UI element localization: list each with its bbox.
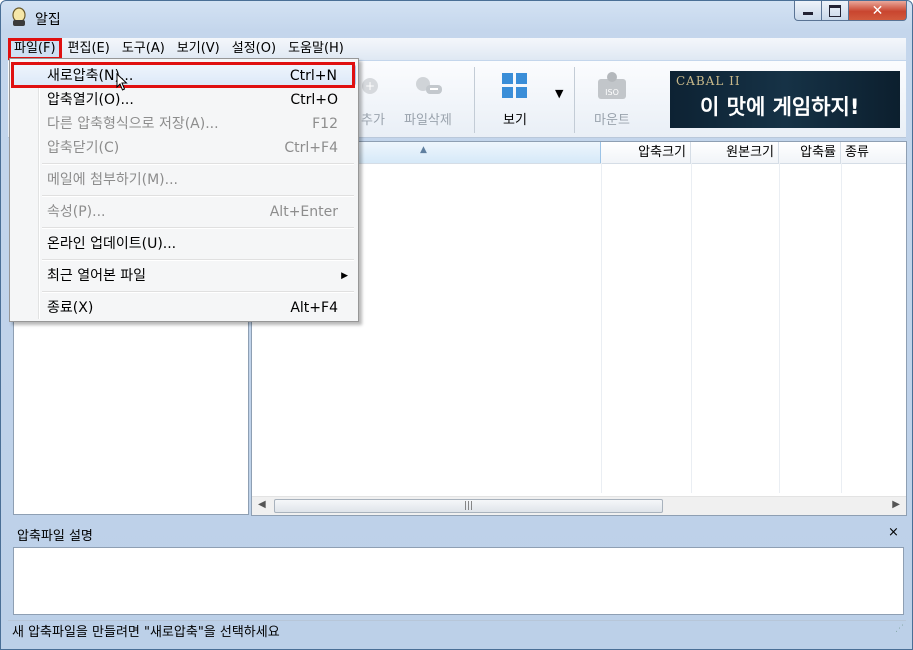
menu-file[interactable]: 파일(F) [8,38,62,60]
menu-item-shortcut: Alt+F4 [290,300,338,316]
menu-item-open-archive[interactable]: 압축열기(O)... Ctrl+O [12,89,356,111]
mount-button[interactable]: ISO 마운트 [594,71,630,128]
column-original-size[interactable]: 원본크기 [691,142,779,163]
menu-item-shortcut: F12 [312,116,338,132]
add-file-icon: + [362,78,378,94]
toolbar-separator [474,67,475,133]
column-divider [601,163,602,493]
menu-separator [42,195,354,197]
add-label: 추가 [361,113,385,128]
maximize-icon [829,4,841,17]
menu-item-online-update[interactable]: 온라인 업데이트(U)... [12,233,356,255]
submenu-arrow-icon: ▶ [341,271,348,281]
menu-bar: 파일(F) 편집(E) 도구(A) 보기(V) 설정(O) 도움말(H) [8,38,906,60]
window-title: 알집 [35,12,61,28]
menu-item-label: 다른 압축형식으로 저장(A)... [47,116,219,132]
column-ratio[interactable]: 압축률 [779,142,841,163]
menu-item-recent-files[interactable]: 최근 열어본 파일 ▶ [12,265,356,287]
alzip-app-icon [12,7,26,26]
status-text: 새 압축파일을 만들려면 "새로압축"을 선택하세요 [12,625,280,640]
iso-mount-icon: ISO [598,72,626,99]
column-divider [841,163,842,493]
toolbar-separator [574,67,575,133]
menu-item-label: 속성(P)... [47,204,106,220]
iso-text: ISO [605,88,619,97]
description-close-icon[interactable]: × [888,525,899,540]
menu-item-save-as-format[interactable]: 다른 압축형식으로 저장(A)... F12 [12,113,356,135]
close-icon: ✕ [871,2,884,19]
menu-item-attach-mail[interactable]: 메일에 첨부하기(M)... [12,169,356,191]
mouse-cursor-icon [116,73,128,91]
mount-label: 마운트 [594,113,630,128]
column-compressed-size[interactable]: 압축크기 [601,142,691,163]
scroll-right-icon[interactable]: ▶ [892,499,900,510]
maximize-button[interactable] [822,1,849,21]
menu-settings[interactable]: 설정(O) [226,38,282,60]
menu-item-shortcut: Alt+Enter [269,204,338,220]
menu-help[interactable]: 도움말(H) [282,38,350,60]
menu-tools[interactable]: 도구(A) [116,38,171,60]
ad-logo: CABAL II [676,74,741,88]
add-button[interactable]: + 추가 [358,71,388,128]
menu-item-new-archive[interactable]: 새로압축(N)... Ctrl+N [12,64,356,86]
menu-item-shortcut: Ctrl+N [289,68,337,84]
menu-item-close-archive[interactable]: 압축닫기(C) Ctrl+F4 [12,137,356,159]
horizontal-scrollbar[interactable]: ◀ ||| ▶ [252,496,906,515]
delete-file-icon [415,77,442,94]
status-bar: 새 압축파일을 만들려면 "새로압축"을 선택하세요 ⋰ [8,620,906,643]
menu-separator [42,259,354,261]
scroll-left-icon[interactable]: ◀ [258,499,266,510]
description-title: 압축파일 설명 [17,529,93,544]
menu-item-properties[interactable]: 속성(P)... Alt+Enter [12,201,356,223]
menu-separator [42,227,354,229]
menu-item-label: 압축닫기(C) [47,140,120,156]
menu-item-label: 온라인 업데이트(U)... [47,236,177,252]
scrollbar-thumb[interactable]: ||| [274,499,663,513]
menu-item-exit[interactable]: 종료(X) Alt+F4 [12,297,356,319]
resize-grip-icon[interactable]: ⋰ [895,617,904,641]
menu-item-shortcut: Ctrl+O [290,92,338,108]
delete-file-button[interactable]: 파일삭제 [404,71,452,128]
close-button[interactable]: ✕ [849,1,907,21]
menu-separator [42,291,354,293]
menu-edit[interactable]: 편집(E) [62,38,116,60]
menu-item-shortcut: Ctrl+F4 [284,140,338,156]
menu-item-label: 종료(X) [47,300,94,316]
menu-view[interactable]: 보기(V) [171,38,226,60]
minimize-icon [803,12,813,15]
title-bar: 알집 ✕ [1,1,912,35]
view-label: 보기 [503,113,527,128]
column-divider [779,163,780,493]
delete-file-label: 파일삭제 [404,113,452,128]
sort-ascending-icon: ▲ [420,145,427,155]
view-button[interactable]: 보기 [501,71,529,128]
file-menu-dropdown: 새로압축(N)... Ctrl+N 압축열기(O)... Ctrl+O 다른 압… [9,58,359,322]
minimize-button[interactable] [794,1,822,21]
menu-item-label: 압축열기(O)... [47,92,134,108]
svg-text:+: + [365,79,375,93]
ad-banner[interactable]: CABAL II 이 맛에 게임하지! [670,71,900,128]
menu-separator [42,163,354,165]
ad-text: 이 맛에 게임하지! [700,95,860,119]
view-grid-icon [502,73,527,98]
dropdown-arrow-icon: ▼ [555,87,564,100]
menu-item-label: 최근 열어본 파일 [47,268,147,284]
column-type[interactable]: 종류 [841,142,906,163]
view-dropdown-button[interactable]: ▼ [555,87,563,100]
column-divider [691,163,692,493]
description-box[interactable] [13,547,904,615]
menu-item-label: 메일에 첨부하기(M)... [47,172,178,188]
